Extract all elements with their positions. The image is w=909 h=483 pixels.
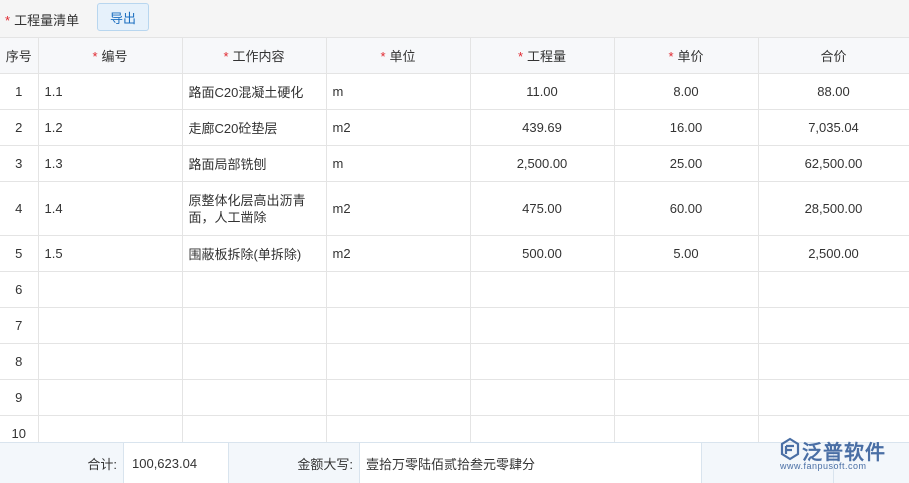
column-header: * 单位 (326, 37, 471, 74)
cell-qty[interactable]: 439.69 (470, 109, 615, 146)
cell-code[interactable]: 1.2 (38, 109, 183, 146)
column-header: * 单价 (614, 37, 759, 74)
total-label: 合计: (0, 443, 124, 483)
cell-code[interactable] (38, 271, 183, 308)
required-star: * (668, 49, 674, 64)
column-header: 合价 (758, 37, 909, 74)
required-star: * (380, 49, 386, 64)
cell-total[interactable]: 62,500.00 (758, 145, 909, 182)
column-header: * 编号 (38, 37, 183, 74)
amount-words-value: 壹拾万零陆佰贰拾叁元零肆分 (360, 443, 702, 483)
table-row[interactable]: 9 (0, 379, 909, 416)
cell-unit[interactable] (326, 343, 471, 380)
cell-unit[interactable] (326, 307, 471, 344)
cell-code[interactable]: 1.1 (38, 73, 183, 110)
cell-content[interactable] (182, 379, 327, 416)
cell-total[interactable]: 7,035.04 (758, 109, 909, 146)
fanpu-logo-icon (780, 437, 800, 461)
cell-total[interactable] (758, 307, 909, 344)
cell-total[interactable] (758, 379, 909, 416)
toolbar: * 工程量清单 导出 (0, 0, 909, 37)
cell-unit[interactable]: m2 (326, 109, 471, 146)
cell-content[interactable] (182, 343, 327, 380)
table-row[interactable]: 3 1.3 路面局部铣刨 m 2,500.00 25.00 62,500.00 (0, 145, 909, 182)
table-row[interactable]: 5 1.5 围蔽板拆除(单拆除) m2 500.00 5.00 2,500.00 (0, 235, 909, 272)
table-row[interactable]: 4 1.4 原整体化层高出沥青面，人工凿除 m2 475.00 60.00 28,500.0… (0, 181, 909, 236)
cell-total[interactable]: 88.00 (758, 73, 909, 110)
cell-seq[interactable]: 6 (0, 271, 39, 308)
cell-code[interactable]: 1.4 (38, 181, 183, 236)
cell-content[interactable]: 走廊C20砼垫层 (182, 109, 327, 146)
cell-unit[interactable] (326, 271, 471, 308)
cell-price[interactable] (614, 307, 759, 344)
cell-total[interactable]: 2,500.00 (758, 235, 909, 272)
column-header: * 工作内容 (182, 37, 327, 74)
cell-unit[interactable]: m2 (326, 235, 471, 272)
cell-code[interactable] (38, 307, 183, 344)
cell-qty[interactable] (470, 271, 615, 308)
cell-unit[interactable]: m2 (326, 181, 471, 236)
quantity-table: 序号 * 编号 * 工作内容 * 单位 * 工程量 * 单价 合价 1 1.1 路面C20混凝土硬化 m 11… (0, 37, 909, 452)
cell-qty[interactable] (470, 343, 615, 380)
required-star: * (92, 49, 98, 64)
cell-qty[interactable]: 500.00 (470, 235, 615, 272)
export-button[interactable]: 导出 (97, 3, 149, 31)
cell-price[interactable]: 5.00 (614, 235, 759, 272)
cell-content[interactable] (182, 307, 327, 344)
cell-unit[interactable]: m (326, 145, 471, 182)
cell-price[interactable]: 60.00 (614, 181, 759, 236)
cell-content[interactable] (182, 271, 327, 308)
cell-qty[interactable] (470, 379, 615, 416)
cell-seq[interactable]: 7 (0, 307, 39, 344)
cell-price[interactable]: 8.00 (614, 73, 759, 110)
brand-logo: 泛普软件 www.fanpusoft.com (778, 434, 906, 474)
cell-price[interactable] (614, 343, 759, 380)
cell-price[interactable] (614, 379, 759, 416)
column-header: * 工程量 (470, 37, 615, 74)
table-row[interactable]: 2 1.2 走廊C20砼垫层 m2 439.69 16.00 7,035.04 (0, 109, 909, 146)
summary-bar: 合计: 100,623.04 金额大写: 壹拾万零陆佰贰拾叁元零肆分 (0, 442, 909, 483)
cell-code[interactable]: 1.3 (38, 145, 183, 182)
cell-total[interactable] (758, 271, 909, 308)
cell-qty[interactable]: 475.00 (470, 181, 615, 236)
cell-qty[interactable]: 11.00 (470, 73, 615, 110)
table-header-row: 序号 * 编号 * 工作内容 * 单位 * 工程量 * 单价 合价 (0, 37, 909, 74)
cell-content[interactable]: 原整体化层高出沥青面，人工凿除 (182, 181, 327, 236)
cell-seq[interactable]: 9 (0, 379, 39, 416)
table-body: 1 1.1 路面C20混凝土硬化 m 11.00 8.00 88.00 2 1.2 走廊C20砼垫… (0, 73, 909, 452)
cell-qty[interactable]: 2,500.00 (470, 145, 615, 182)
cell-content[interactable]: 围蔽板拆除(单拆除) (182, 235, 327, 272)
cell-total[interactable] (758, 343, 909, 380)
cell-price[interactable] (614, 271, 759, 308)
table-row[interactable]: 7 (0, 307, 909, 344)
cell-seq[interactable]: 1 (0, 73, 39, 110)
cell-unit[interactable]: m (326, 73, 471, 110)
cell-seq[interactable]: 4 (0, 181, 39, 236)
cell-qty[interactable] (470, 307, 615, 344)
cell-content[interactable]: 路面C20混凝土硬化 (182, 73, 327, 110)
cell-total[interactable]: 28,500.00 (758, 181, 909, 236)
cell-seq[interactable]: 5 (0, 235, 39, 272)
cell-code[interactable] (38, 379, 183, 416)
cell-price[interactable]: 16.00 (614, 109, 759, 146)
column-header: 序号 (0, 37, 39, 74)
table-row[interactable]: 6 (0, 271, 909, 308)
cell-code[interactable] (38, 343, 183, 380)
cell-seq[interactable]: 8 (0, 343, 39, 380)
cell-code[interactable]: 1.5 (38, 235, 183, 272)
cell-unit[interactable] (326, 379, 471, 416)
table-row[interactable]: 8 (0, 343, 909, 380)
required-star: * (5, 13, 11, 28)
cell-seq[interactable]: 3 (0, 145, 39, 182)
table-row[interactable]: 1 1.1 路面C20混凝土硬化 m 11.00 8.00 88.00 (0, 73, 909, 110)
section-title: * 工程量清单 (5, 13, 80, 28)
cell-content[interactable]: 路面局部铣刨 (182, 145, 327, 182)
required-star: * (517, 49, 524, 64)
cell-seq[interactable]: 2 (0, 109, 39, 146)
required-star: * (223, 49, 229, 64)
amount-words-label: 金额大写: (229, 443, 360, 483)
cell-price[interactable]: 25.00 (614, 145, 759, 182)
total-value: 100,623.04 (124, 443, 229, 483)
brand-url: www.fanpusoft.com (780, 461, 867, 471)
